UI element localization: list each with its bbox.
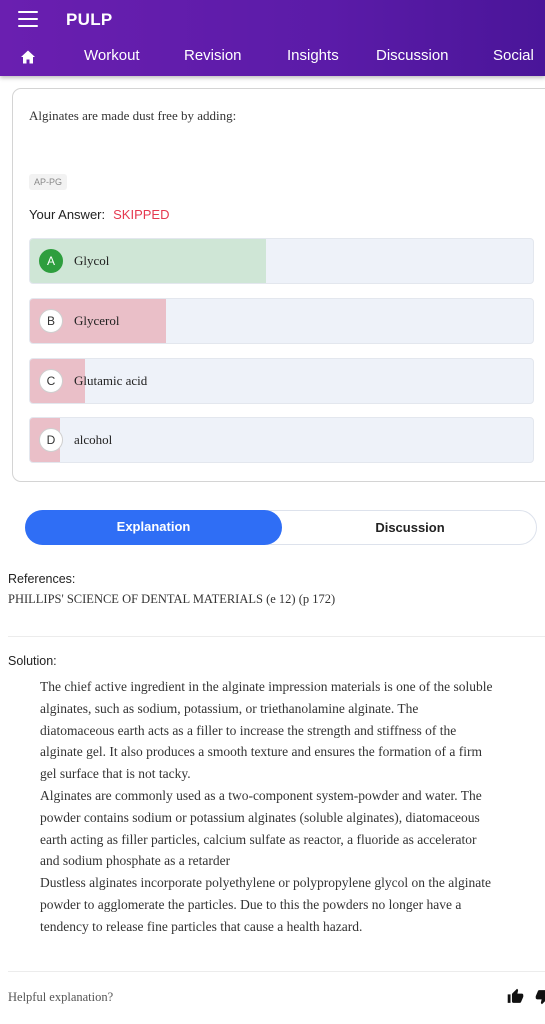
solution-label: Solution: [8, 654, 57, 668]
divider [8, 636, 545, 637]
solution-line: alginate gel. It also produces a smooth … [40, 744, 482, 760]
option-a-letter: A [39, 249, 63, 273]
solution-line: The chief active ingredient in the algin… [40, 679, 493, 694]
subject-tag: AP-PG [29, 174, 68, 190]
app-title: PULP [66, 10, 113, 29]
option-d-letter: D [39, 428, 63, 452]
solution-line: Alginates are commonly used as a two-com… [40, 787, 482, 803]
references-label: References: [8, 572, 76, 586]
solution-line: tendency to release fine particles that … [40, 918, 363, 934]
solution-line: diatomaceous earth acts as a filler to i… [40, 722, 457, 738]
home-icon[interactable] [20, 49, 36, 65]
solution-line: powder contains sodium or potassium algi… [40, 809, 480, 825]
thumbs-up-icon[interactable] [507, 988, 524, 1005]
solution-line: and sodium phosphate as a retarder [40, 853, 231, 869]
your-answer-status: SKIPPED [113, 207, 170, 222]
option-d-text: alcohol [74, 432, 113, 447]
question-text: Alginates are made dust free by adding: [29, 108, 237, 123]
references-text: PHILLIPS' SCIENCE OF DENTAL MATERIALS (e… [8, 592, 336, 606]
option-c-text: Glutamic acid [74, 373, 148, 388]
solution-line: Dustless alginates incorporate polyethyl… [40, 875, 491, 891]
option-a[interactable]: A Glycol [29, 238, 534, 284]
nav-item-social[interactable]: Social [493, 47, 534, 64]
nav-item-insights[interactable]: Insights [287, 47, 339, 64]
option-d[interactable]: D alcohol [29, 417, 534, 463]
app-bar: PULP Workout Revision Insights Discussio… [0, 0, 545, 76]
option-a-fill [30, 239, 267, 283]
option-b-letter: B [39, 309, 63, 333]
option-b-text: Glycerol [74, 313, 120, 328]
question-card: Alginates are made dust free by adding: … [12, 88, 545, 482]
menu-icon[interactable] [18, 11, 38, 28]
thumbs-down-icon[interactable] [535, 988, 545, 1005]
option-b[interactable]: B Glycerol [29, 298, 534, 344]
your-answer: Your Answer: SKIPPED [29, 207, 169, 222]
tab-explanation[interactable]: Explanation [25, 510, 282, 545]
nav-item-discussion[interactable]: Discussion [376, 47, 449, 64]
option-c-letter: C [39, 369, 63, 393]
explanation-tabs: Explanation Discussion [25, 510, 537, 545]
tab-discussion[interactable]: Discussion [282, 511, 538, 546]
solution-line: alginates, such as sodium, potassium, or… [40, 700, 419, 716]
option-a-text: Glycol [74, 253, 110, 268]
solution-line: powder to agglomerate the particles. Due… [40, 896, 462, 912]
nav-bar: Workout Revision Insights Discussion Soc… [0, 40, 545, 72]
option-c[interactable]: C Glutamic acid [29, 358, 534, 404]
solution-line: gel surface that is not tacky. [40, 766, 191, 782]
your-answer-label: Your Answer: [29, 207, 106, 222]
helpful-prompt: Helpful explanation? [8, 990, 114, 1004]
solution-line: earth acting as filler particles, calciu… [40, 831, 477, 847]
nav-item-workout[interactable]: Workout [84, 47, 140, 64]
divider [8, 971, 545, 972]
nav-item-revision[interactable]: Revision [184, 47, 242, 64]
solution-text: The chief active ingredient in the algin… [40, 676, 545, 938]
